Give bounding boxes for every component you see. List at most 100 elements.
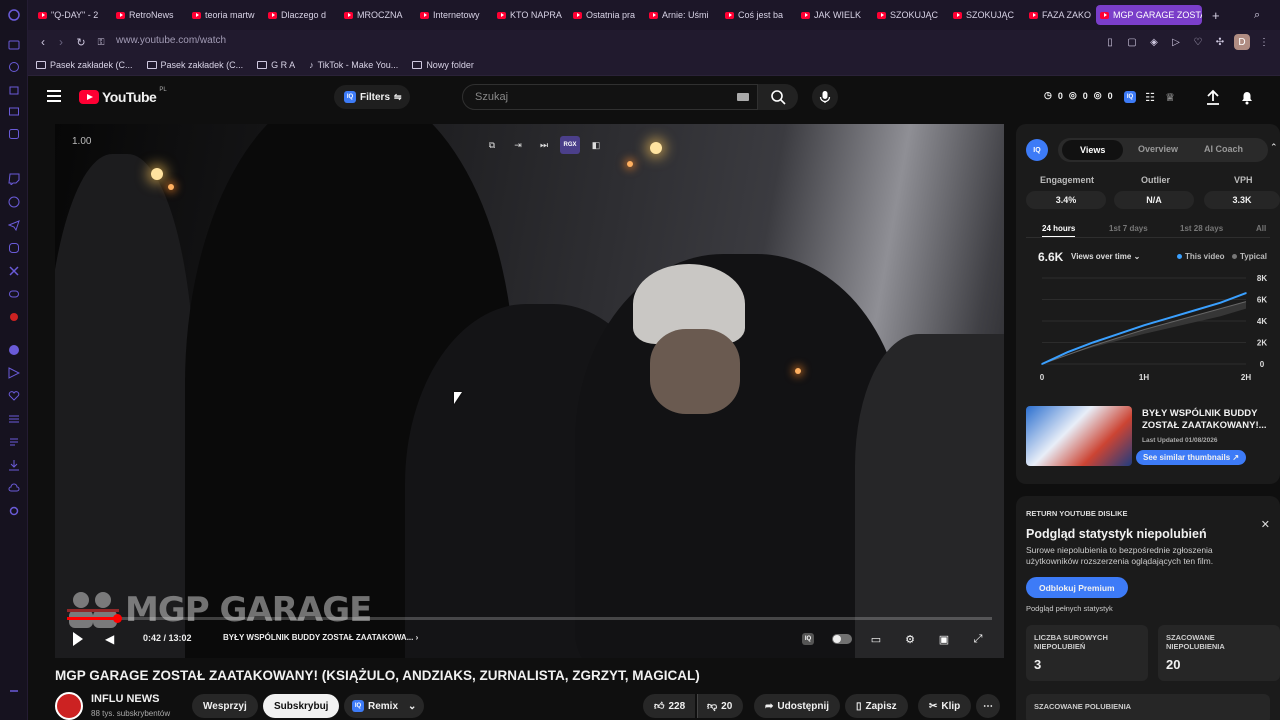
scrubber-handle[interactable] bbox=[112, 614, 122, 623]
like-button[interactable]: 👍︎ 228 bbox=[643, 694, 696, 718]
settings-icon[interactable]: ⚙ bbox=[900, 630, 920, 648]
telegram-icon[interactable] bbox=[7, 218, 21, 232]
shield-icon[interactable]: ◈ bbox=[1146, 34, 1162, 50]
collapse-chevron-icon[interactable]: ⌃ bbox=[1270, 142, 1278, 153]
see-similar-thumbnails-button[interactable]: See similar thumbnails ↗ bbox=[1136, 450, 1247, 465]
dislike-button[interactable]: 👎︎ 20 bbox=[697, 694, 744, 718]
skip-icon[interactable]: ⏭ bbox=[534, 136, 554, 154]
clip-button[interactable]: ✂ Klip bbox=[918, 694, 972, 718]
tab-arnie[interactable]: Arnie: Uśmi bbox=[645, 5, 717, 25]
instagram-icon[interactable] bbox=[7, 241, 21, 255]
close-icon[interactable]: ✕ bbox=[1261, 518, 1270, 531]
vidiq-player-button[interactable]: IQ bbox=[798, 630, 818, 648]
screenshot-icon[interactable]: ▢ bbox=[1124, 34, 1140, 50]
progress-bar[interactable] bbox=[67, 614, 992, 623]
history-icon[interactable] bbox=[7, 60, 21, 74]
upload-icon[interactable] bbox=[1203, 87, 1223, 107]
tab-dlaczego[interactable]: Dlaczego d bbox=[264, 5, 336, 25]
tab-faza-zako[interactable]: FAZA ZAKO bbox=[1025, 5, 1097, 25]
play-extension-icon[interactable]: ▷ bbox=[1168, 34, 1184, 50]
rgx-button[interactable]: RGX bbox=[560, 136, 580, 154]
tab-ai-coach[interactable]: AI Coach bbox=[1204, 144, 1243, 154]
popout-icon[interactable]: ⧉ bbox=[482, 136, 502, 154]
messenger-icon[interactable] bbox=[7, 38, 21, 52]
tab-szokujac-1[interactable]: SZOKUJĄC bbox=[873, 5, 945, 25]
twitch-icon[interactable] bbox=[7, 172, 21, 186]
channel-avatar[interactable] bbox=[55, 692, 83, 720]
extensions-puzzle-icon[interactable]: ✣ bbox=[1212, 34, 1228, 50]
forward-icon[interactable]: › bbox=[54, 35, 68, 49]
bag-icon[interactable] bbox=[7, 82, 21, 96]
search-box[interactable]: Szukaj bbox=[462, 84, 758, 110]
save-button[interactable]: ▯ Zapisz bbox=[845, 694, 908, 718]
search-input[interactable]: Szukaj bbox=[475, 91, 508, 103]
more-menu-icon[interactable]: ⋮ bbox=[1256, 34, 1272, 50]
subtitles-icon[interactable]: ▭ bbox=[866, 630, 886, 648]
search-tabs-icon[interactable]: ⌕ bbox=[1250, 5, 1266, 25]
tab-kto-napra[interactable]: KTO NAPRA bbox=[493, 5, 565, 25]
new-tab-button[interactable]: + bbox=[1208, 5, 1222, 25]
youtube-logo[interactable]: YouTube PL bbox=[79, 87, 167, 105]
messenger-chat-icon[interactable] bbox=[7, 195, 21, 209]
play-button[interactable] bbox=[73, 632, 83, 646]
range-24-hours[interactable]: 24 hours bbox=[1042, 224, 1076, 238]
bookmark-tiktok[interactable]: ♪ TikTok - Make You... bbox=[309, 60, 398, 70]
filters-button[interactable]: IQ Filters ⇋ bbox=[334, 85, 410, 109]
tab-q-day[interactable]: "Q-DAY" - 2 bbox=[34, 5, 106, 25]
download-icon[interactable] bbox=[7, 458, 21, 472]
account-avatar[interactable] bbox=[1272, 87, 1280, 107]
wallet-icon[interactable] bbox=[7, 104, 21, 118]
subscribe-button[interactable]: Subskrybuj bbox=[263, 694, 340, 718]
tab-overview[interactable]: Overview bbox=[1138, 144, 1178, 154]
tab-szokujac-2[interactable]: SZOKUJĄC bbox=[949, 5, 1021, 25]
chapter-title[interactable]: BYŁY WSPÓLNIK BUDDY ZOSTAŁ ZAATAKOWA... … bbox=[223, 633, 418, 642]
x-icon[interactable] bbox=[7, 264, 21, 278]
range-7-days[interactable]: 1st 7 days bbox=[1109, 224, 1148, 233]
share-button[interactable]: ➦ Udostępnij bbox=[754, 694, 841, 718]
pip-icon[interactable]: ◧ bbox=[586, 136, 606, 154]
bookmark-folder[interactable]: G R A bbox=[257, 60, 295, 70]
url-field[interactable]: www.youtube.com/watch bbox=[116, 35, 226, 46]
video-thumbnail[interactable] bbox=[1026, 406, 1132, 466]
tabs-icon[interactable] bbox=[7, 412, 21, 426]
reload-icon[interactable]: ↻ bbox=[74, 35, 88, 49]
unlock-premium-button[interactable]: Odblokuj Premium bbox=[1026, 577, 1128, 598]
cloud-icon[interactable] bbox=[7, 481, 21, 495]
player-icon[interactable] bbox=[7, 127, 21, 141]
menu-icon[interactable] bbox=[7, 684, 21, 698]
extension-icon[interactable] bbox=[7, 310, 21, 324]
volume-icon[interactable]: ◀ bbox=[105, 632, 114, 646]
tab-views[interactable]: Views bbox=[1062, 140, 1124, 160]
heart-outline-icon[interactable]: ♡ bbox=[1190, 34, 1206, 50]
spotify-icon[interactable] bbox=[7, 343, 21, 357]
views-over-time-dropdown[interactable]: Views over time ⌄ bbox=[1071, 252, 1140, 261]
tab-jak-wielk[interactable]: JAK WIELK bbox=[797, 5, 869, 25]
bookmark-folder[interactable]: Pasek zakładek (C... bbox=[36, 60, 133, 70]
range-all[interactable]: All bbox=[1256, 224, 1266, 233]
miniplayer-icon[interactable]: ▣ bbox=[934, 630, 954, 648]
profile-avatar[interactable]: D bbox=[1234, 34, 1250, 50]
trophy-icon[interactable]: ♕ bbox=[1160, 87, 1180, 107]
tab-mroczna[interactable]: MROCZNA bbox=[340, 5, 412, 25]
tab-teoria[interactable]: teoria martw bbox=[188, 5, 260, 25]
channel-name[interactable]: INFLU NEWS bbox=[91, 693, 159, 705]
browser-logo-icon[interactable] bbox=[7, 8, 21, 22]
voice-search-button[interactable] bbox=[812, 84, 838, 110]
notes-icon[interactable] bbox=[7, 435, 21, 449]
hamburger-menu-icon[interactable] bbox=[47, 90, 61, 102]
heart-icon[interactable] bbox=[7, 389, 21, 403]
support-button[interactable]: Wesprzyj bbox=[192, 694, 258, 718]
tab-ostatnia[interactable]: Ostatnia pra bbox=[569, 5, 641, 25]
tab-retronews[interactable]: RetroNews bbox=[112, 5, 184, 25]
more-actions-button[interactable]: ⋯ bbox=[976, 694, 1000, 718]
send-icon[interactable] bbox=[7, 366, 21, 380]
tab-cos-jest[interactable]: Coś jest ba bbox=[721, 5, 793, 25]
vidiq-toolbar-icon[interactable]: IQ bbox=[1120, 87, 1140, 107]
search-button[interactable] bbox=[758, 84, 798, 110]
bookmark-icon[interactable]: ▯ bbox=[1102, 34, 1118, 50]
settings-gear-icon[interactable] bbox=[7, 504, 21, 518]
checklist-icon[interactable]: ☷ bbox=[1140, 87, 1160, 107]
bookmark-folder[interactable]: Nowy folder bbox=[412, 60, 474, 70]
keyboard-icon[interactable] bbox=[737, 93, 749, 101]
notifications-bell-icon[interactable] bbox=[1237, 87, 1257, 107]
